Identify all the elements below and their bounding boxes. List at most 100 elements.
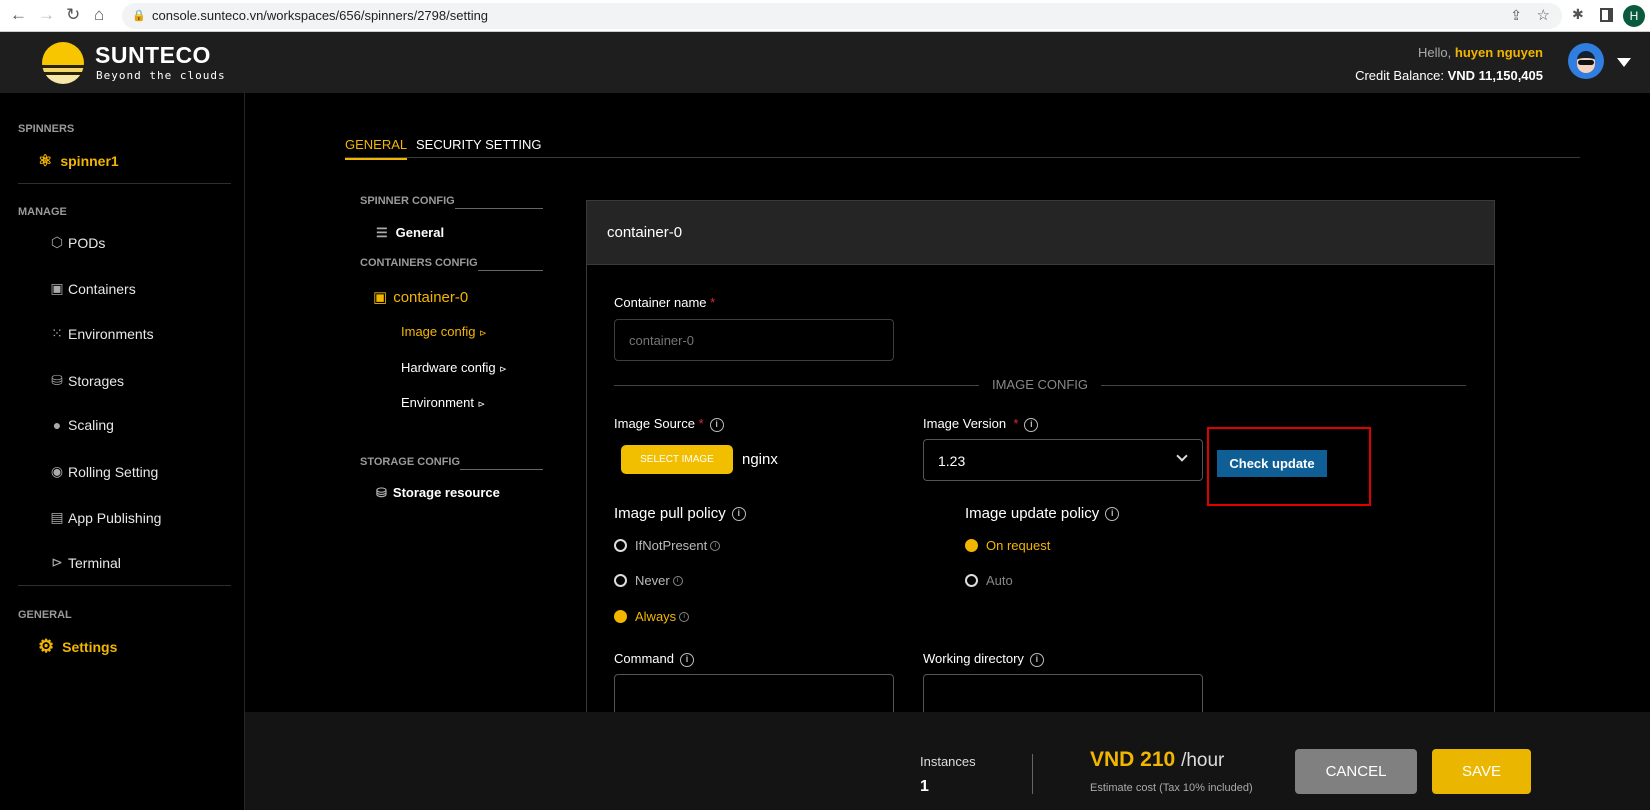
database-icon: ⛁ bbox=[376, 485, 387, 500]
sidebar-item-environments[interactable]: ⁙ Environments bbox=[47, 325, 153, 342]
config-nav-hardware-config[interactable]: Hardware config ⊳ bbox=[401, 360, 507, 375]
sunteco-logo[interactable] bbox=[42, 42, 84, 84]
divider bbox=[455, 208, 543, 209]
image-update-policy-label: Image update policy i bbox=[965, 505, 1120, 522]
select-image-button[interactable]: SELECT IMAGE bbox=[621, 445, 733, 474]
container-name-input[interactable] bbox=[614, 319, 894, 361]
container-name-label: Container name * bbox=[614, 295, 716, 310]
sidebar: SPINNERS ⚛ spinner1 MANAGE ⬡ PODs ▣ Contain… bbox=[0, 93, 245, 810]
image-version-select[interactable]: 1.23 bbox=[923, 439, 1203, 481]
image-config-divider-label: IMAGE CONFIG bbox=[991, 377, 1089, 392]
storage-config-heading: STORAGE CONFIG bbox=[360, 456, 461, 468]
sidepanel-icon[interactable] bbox=[1600, 8, 1613, 22]
info-icon[interactable]: i bbox=[709, 417, 724, 432]
sidebar-item-scaling[interactable]: ● Scaling bbox=[47, 417, 114, 433]
dots-grid-icon: ⁙ bbox=[51, 325, 63, 341]
containers-config-heading: CONTAINERS CONFIG bbox=[360, 257, 478, 269]
brand-tagline: Beyond the clouds bbox=[96, 69, 226, 82]
config-nav-image-config[interactable]: Image config ⊳ bbox=[401, 324, 487, 339]
tabs-divider bbox=[345, 157, 1580, 158]
play-icon: ⊳ bbox=[479, 328, 487, 338]
share-icon[interactable]: ⇪ bbox=[1510, 7, 1522, 24]
back-icon[interactable]: ← bbox=[10, 5, 27, 25]
check-update-button[interactable]: Check update bbox=[1217, 450, 1327, 477]
config-nav-container[interactable]: ▣ container-0 bbox=[373, 288, 468, 306]
image-pull-policy-label: Image pull policy i bbox=[614, 505, 746, 522]
publish-icon: ▤ bbox=[50, 509, 64, 525]
image-name: nginx bbox=[742, 451, 778, 468]
divider bbox=[460, 469, 543, 470]
database-icon: ⛁ bbox=[51, 372, 63, 388]
radio-never[interactable]: Never i bbox=[614, 573, 683, 588]
estimate-note: Estimate cost (Tax 10% included) bbox=[1090, 782, 1253, 794]
price: VND 210 /hour bbox=[1090, 748, 1225, 771]
sidebar-item-pods[interactable]: ⬡ PODs bbox=[47, 234, 105, 251]
url-text: console.sunteco.vn/workspaces/656/spinne… bbox=[152, 8, 489, 23]
config-nav-environment[interactable]: Environment ⊳ bbox=[401, 395, 485, 410]
reload-icon[interactable]: ↻ bbox=[66, 5, 80, 25]
tab-security-setting[interactable]: SECURITY SETTING bbox=[416, 137, 541, 152]
info-icon[interactable]: i bbox=[1105, 507, 1120, 522]
profile-avatar[interactable]: H bbox=[1623, 5, 1645, 27]
sidebar-item-storages[interactable]: ⛁ Storages bbox=[47, 372, 124, 389]
spinner-icon: ⚛ bbox=[38, 153, 53, 170]
chevron-down-icon bbox=[1176, 450, 1188, 462]
greeting: Hello, huyen nguyen bbox=[1418, 45, 1543, 60]
lock-icon: 🔒 bbox=[132, 10, 146, 22]
card-header: container-0 bbox=[587, 201, 1494, 265]
section-spinners: SPINNERS bbox=[18, 123, 75, 135]
gear-icon: ⚙ bbox=[38, 636, 55, 656]
box-icon: ▣ bbox=[373, 289, 388, 306]
credit-balance: Credit Balance: VND 11,150,405 bbox=[1355, 68, 1543, 83]
radio-always[interactable]: Always i bbox=[614, 609, 690, 624]
divider bbox=[18, 183, 231, 184]
config-nav-general[interactable]: ☰ General bbox=[376, 225, 444, 241]
info-icon: i bbox=[672, 575, 683, 586]
info-icon[interactable]: i bbox=[679, 652, 694, 667]
section-general: GENERAL bbox=[18, 609, 72, 621]
info-icon[interactable]: i bbox=[731, 507, 746, 522]
sidebar-item-containers[interactable]: ▣ Containers bbox=[47, 280, 135, 297]
browser-toolbar: ← → ↻ ⌂ 🔒 console.sunteco.vn/workspaces/… bbox=[0, 0, 1650, 32]
divider bbox=[478, 270, 543, 271]
instances-value: 1 bbox=[920, 778, 929, 795]
spinner-item[interactable]: ⚛ spinner1 bbox=[38, 151, 119, 171]
config-nav-storage-resource[interactable]: ⛁ Storage resource bbox=[376, 485, 500, 501]
sidebar-item-rolling-setting[interactable]: ◉ Rolling Setting bbox=[47, 463, 158, 480]
user-menu-caret-icon[interactable] bbox=[1617, 58, 1631, 67]
radio-on-request[interactable]: On request bbox=[965, 538, 1050, 553]
scaling-icon: ● bbox=[52, 417, 62, 433]
image-source-label: Image Source * i bbox=[614, 416, 724, 432]
divider bbox=[1101, 385, 1466, 386]
image-version-label: Image Version * i bbox=[923, 416, 1039, 432]
home-icon[interactable]: ⌂ bbox=[94, 5, 104, 25]
user-avatar[interactable] bbox=[1568, 43, 1604, 79]
radio-ifnotpresent[interactable]: IfNotPresent i bbox=[614, 538, 721, 553]
brand-name: SUNTECO bbox=[95, 42, 211, 68]
instances-label: Instances bbox=[920, 754, 976, 769]
cancel-button[interactable]: CANCEL bbox=[1295, 749, 1417, 794]
divider bbox=[1032, 754, 1033, 794]
play-icon: ⊳ bbox=[477, 399, 486, 409]
card-title: container-0 bbox=[607, 224, 683, 241]
star-icon[interactable]: ☆ bbox=[1537, 6, 1550, 24]
save-button[interactable]: SAVE bbox=[1432, 749, 1531, 794]
sidebar-item-app-publishing[interactable]: ▤ App Publishing bbox=[47, 509, 161, 526]
info-icon[interactable]: i bbox=[1029, 652, 1044, 667]
rolling-icon: ◉ bbox=[50, 463, 64, 479]
radio-auto[interactable]: Auto bbox=[965, 573, 1013, 588]
divider bbox=[18, 585, 231, 586]
app-header: SUNTECO Beyond the clouds Hello, huyen n… bbox=[0, 32, 1650, 93]
spinner-config-heading: SPINNER CONFIG bbox=[360, 195, 455, 207]
extensions-icon[interactable]: ✱ bbox=[1572, 6, 1584, 23]
info-icon[interactable]: i bbox=[1024, 417, 1039, 432]
forward-icon[interactable]: → bbox=[38, 5, 55, 25]
pods-icon: ⬡ bbox=[50, 234, 64, 250]
terminal-icon: ⊳ bbox=[51, 554, 63, 570]
play-icon: ⊳ bbox=[499, 364, 507, 374]
sidebar-item-terminal[interactable]: ⊳ Terminal bbox=[47, 554, 121, 571]
info-icon: i bbox=[710, 540, 721, 551]
divider bbox=[614, 385, 979, 386]
address-bar[interactable]: 🔒 console.sunteco.vn/workspaces/656/spin… bbox=[122, 3, 1562, 29]
sidebar-item-settings[interactable]: ⚙ Settings bbox=[38, 636, 117, 657]
